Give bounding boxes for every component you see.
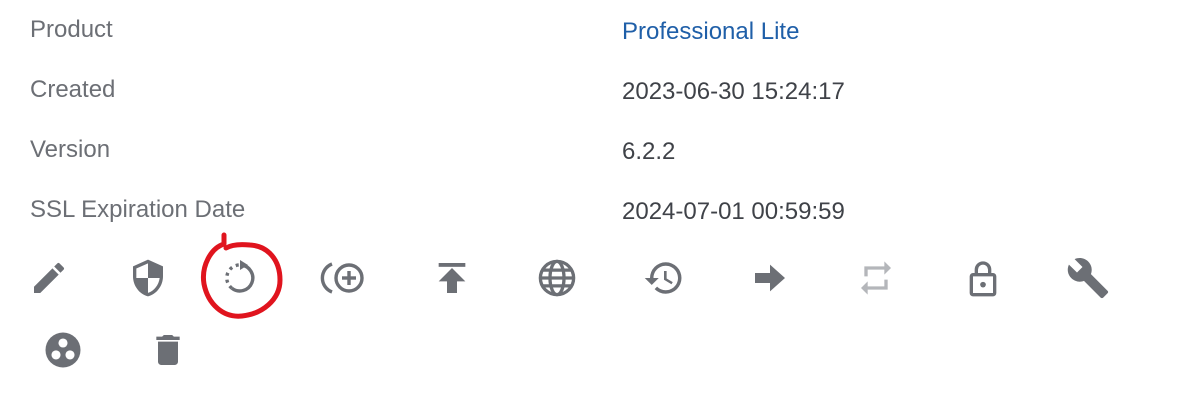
upload-icon bbox=[438, 263, 466, 293]
product-link[interactable]: Professional Lite bbox=[622, 18, 799, 46]
version-value: 6.2.2 bbox=[622, 138, 676, 165]
globe-button[interactable] bbox=[527, 248, 587, 308]
lock-icon bbox=[969, 261, 997, 297]
created-label: Created bbox=[30, 76, 116, 103]
restart-icon bbox=[225, 260, 255, 293]
product-label: Product bbox=[30, 16, 113, 43]
add-addon-button[interactable] bbox=[315, 248, 375, 308]
wrench-button[interactable] bbox=[1058, 248, 1118, 308]
wrench-icon bbox=[1067, 258, 1109, 299]
details-row-product: Product Professional Lite bbox=[30, 0, 1160, 60]
details-row-ssl-expiration: SSL Expiration Date 2024-07-01 00:59:59 bbox=[30, 180, 1160, 240]
restart-button[interactable] bbox=[211, 248, 271, 308]
details-row-created: Created 2023-06-30 15:24:17 bbox=[30, 60, 1160, 120]
delete-button[interactable] bbox=[138, 320, 198, 380]
security-button[interactable] bbox=[118, 248, 178, 308]
add-addon-icon bbox=[320, 262, 364, 294]
shield-icon bbox=[133, 259, 163, 297]
edit-icon bbox=[34, 262, 65, 293]
actions-toolbar bbox=[0, 240, 1192, 400]
sync-button[interactable] bbox=[846, 248, 906, 308]
created-value: 2023-06-30 15:24:17 bbox=[622, 78, 845, 105]
lock-button[interactable] bbox=[953, 248, 1013, 308]
forward-button[interactable] bbox=[740, 248, 800, 308]
community-button[interactable] bbox=[33, 320, 93, 380]
details-row-version: Version 6.2.2 bbox=[30, 120, 1160, 180]
ssl-expiration-value: 2024-07-01 00:59:59 bbox=[622, 198, 845, 225]
community-icon bbox=[45, 332, 81, 368]
details-table: Product Professional Lite Created 2023-0… bbox=[30, 0, 1160, 240]
sync-icon bbox=[861, 261, 891, 295]
history-button[interactable] bbox=[634, 248, 694, 308]
globe-icon bbox=[538, 259, 576, 297]
upload-button[interactable] bbox=[422, 248, 482, 308]
history-icon bbox=[644, 262, 682, 294]
ssl-expiration-label: SSL Expiration Date bbox=[30, 196, 246, 223]
delete-icon bbox=[156, 335, 180, 365]
edit-button[interactable] bbox=[19, 248, 79, 308]
forward-arrow-icon bbox=[755, 264, 785, 292]
version-label: Version bbox=[30, 136, 111, 163]
